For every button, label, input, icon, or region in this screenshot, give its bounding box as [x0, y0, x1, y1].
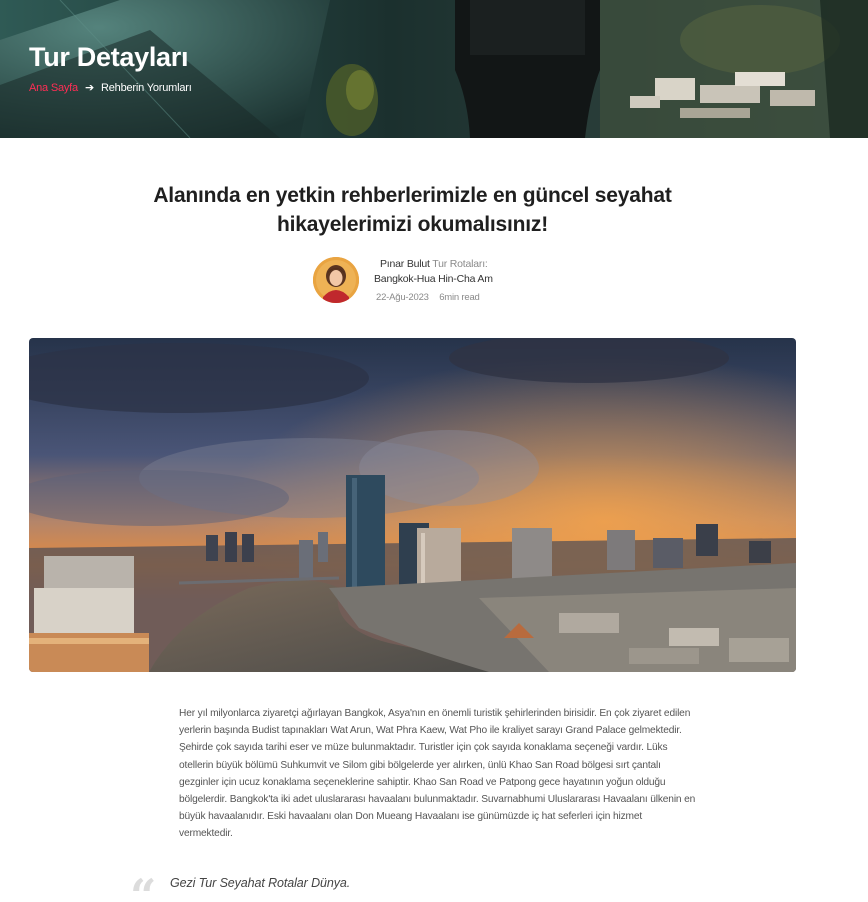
avatar-image [313, 257, 359, 303]
breadcrumb-current: Rehberin Yorumları [101, 81, 192, 94]
category-prefix: Tur Rotaları: [432, 258, 488, 270]
author-avatar[interactable] [313, 257, 359, 303]
post-title: Alanında en yetkin rehberlerimizle en gü… [153, 184, 672, 236]
page-title: Tur Detayları [29, 42, 189, 72]
breadcrumb-home-link[interactable]: Ana Sayfa [29, 82, 78, 94]
author-name[interactable]: Pınar Bulut [380, 258, 430, 270]
breadcrumb: Ana Sayfa ➔ Rehberin Yorumları [29, 81, 192, 95]
featured-image [29, 338, 796, 672]
post-body: Her yıl milyonlarca ziyaretçi ağırlayan … [179, 708, 696, 840]
author-block: Pınar Bulut Tur Rotaları: Bangkok-Hua Hi… [313, 257, 543, 307]
author-meta: Pınar Bulut Tur Rotaları: Bangkok-Hua Hi… [370, 257, 550, 305]
bangkok-skyline-image [29, 338, 796, 672]
read-time: 6min read [439, 292, 480, 303]
post-date: 22-Ağu-2023 [376, 292, 429, 303]
post-quote: Gezi Tur Seyahat Rotalar Dünya. [170, 876, 351, 890]
tour-route-link[interactable]: Bangkok-Hua Hin-Cha Am [370, 272, 550, 287]
arrow-right-icon: ➔ [84, 82, 94, 94]
post-meta: 22-Ağu-2023 6min read [370, 290, 550, 305]
page-hero-banner: Tur Detayları Ana Sayfa ➔ Rehberin Yorum… [0, 0, 868, 138]
quote-icon: “ [130, 869, 157, 902]
